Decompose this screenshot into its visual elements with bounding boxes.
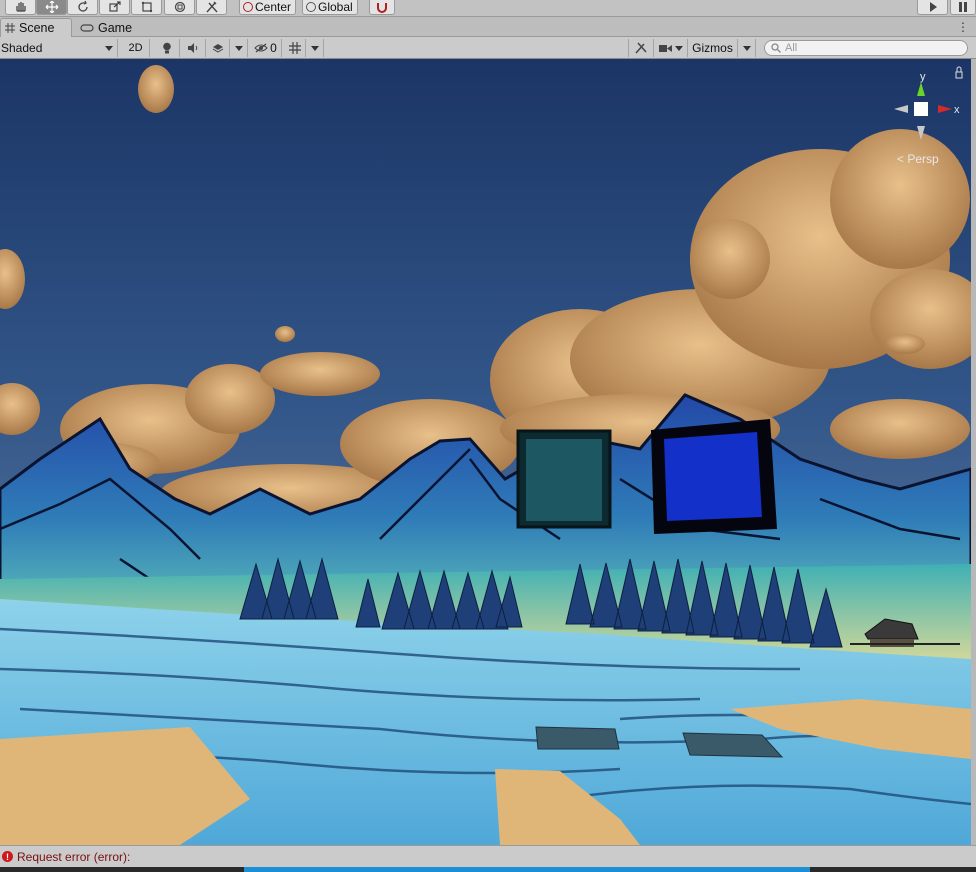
projection-toggle[interactable]: < Persp [897,152,939,166]
axis-y-label: y [920,71,926,83]
gizmos-label: Gizmos [692,41,733,55]
rotate-tool-button[interactable] [67,0,98,15]
hand-tool-button[interactable] [5,0,36,15]
cube-blue[interactable] [651,419,777,534]
pivot-center-button[interactable]: Center [239,0,297,15]
x-axis-arrow-icon[interactable] [938,105,952,113]
draw-mode-dropdown[interactable]: Shaded [0,39,118,57]
viewport-scrollbar[interactable] [971,59,976,845]
move-tool-button[interactable] [36,0,67,15]
camera-dropdown[interactable] [654,39,688,57]
chevron-down-icon [234,45,243,51]
tab-game[interactable]: Game [76,18,140,37]
tools-icon [205,1,218,13]
scene-render [0,59,971,845]
gizmos-dropdown[interactable] [738,39,756,57]
taskbar-active-window [244,867,810,872]
y-axis-arrow-icon[interactable] [917,82,925,96]
main-toolbar: Center Global [0,0,976,17]
chevron-down-icon [674,45,683,51]
effects-toggle[interactable] [206,39,230,57]
axis-x-label: x [954,104,960,116]
projection-label: Persp [907,152,939,166]
transform-icon [174,1,185,13]
error-icon: ! [2,851,13,862]
snap-button[interactable] [369,0,395,15]
grid-toggle[interactable] [284,39,306,57]
hierarchy-search-input[interactable]: All [764,40,968,56]
gizmos-button[interactable]: Gizmos [688,39,738,57]
2d-label: 2D [128,42,143,54]
lock-icon[interactable] [955,66,963,79]
center-cube-icon[interactable] [914,102,928,116]
chevron-down-icon [105,45,113,51]
lighting-toggle[interactable] [154,39,180,57]
rect-tool-button[interactable] [131,0,162,15]
camera-icon [658,44,672,52]
more-options-icon[interactable]: ⋮ [957,20,969,34]
floor-tile-left [535,726,620,750]
neg-y-axis-icon[interactable] [917,126,925,140]
layers-icon [212,44,223,53]
play-button[interactable] [917,0,948,15]
move-icon [45,1,58,13]
tools-toggle[interactable] [628,39,654,57]
hand-icon [15,2,26,12]
effects-dropdown[interactable] [230,39,248,57]
scale-tool-button[interactable] [99,0,130,15]
audio-toggle[interactable] [180,39,206,57]
rotation-label: Global [318,0,353,14]
gamepad-icon [80,23,94,32]
2d-toggle[interactable]: 2D [122,39,150,57]
grid-icon [5,23,15,33]
pause-button[interactable] [950,0,976,15]
speaker-icon [187,43,197,53]
search-placeholder: All [785,42,798,54]
scene-toolbar: Shaded 2D 0 Gizmos All [0,37,976,59]
lightbulb-icon [162,42,171,54]
cube-teal[interactable] [516,429,612,529]
window-tab-bar: Scene Game ⋮ [0,17,976,37]
chevron-down-icon [310,45,319,51]
tab-scene[interactable]: Scene [0,18,72,37]
custom-tool-button[interactable] [196,0,227,15]
grid-icon [288,42,301,54]
pivot-label: Center [255,0,292,14]
magnet-icon [376,3,387,13]
pause-icon [959,2,967,12]
globe-icon [306,2,316,12]
pivot-global-button[interactable]: Global [302,0,358,15]
tab-game-label: Game [98,20,133,35]
status-bar[interactable]: ! Request error (error): [0,845,976,867]
scene-viewport[interactable] [0,59,971,845]
search-icon [771,43,781,53]
pivot-icon [243,2,253,12]
status-message: Request error (error): [17,849,131,864]
hidden-count: 0 [270,41,277,55]
grid-dropdown[interactable] [306,39,324,57]
draw-mode-label: Shaded [1,41,43,55]
eye-hidden-icon [254,43,268,53]
rotate-icon [77,1,88,12]
transform-tool-button[interactable] [164,0,195,15]
chevron-down-icon [742,45,751,51]
scale-icon [108,1,121,12]
scene-visibility-toggle[interactable]: 0 [250,39,282,57]
rect-icon [141,1,152,13]
tab-scene-label: Scene [19,21,55,35]
play-icon [929,2,937,12]
tools-icon [635,42,647,54]
neg-x-axis-icon[interactable] [894,105,908,113]
os-taskbar [0,867,976,872]
